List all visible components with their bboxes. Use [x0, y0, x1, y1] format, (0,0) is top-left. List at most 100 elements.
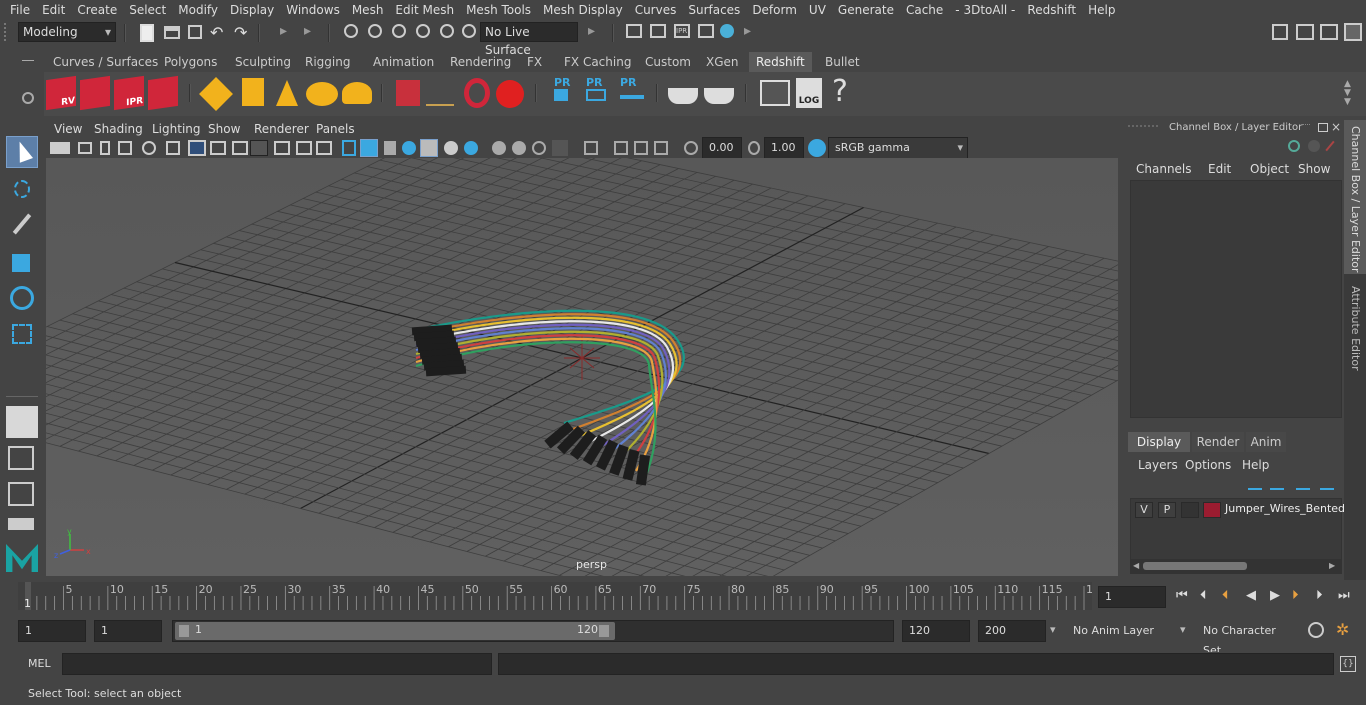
layer-tab[interactable]: Render — [1192, 432, 1244, 452]
shelf-tab[interactable]: Curves / Surfaces — [46, 52, 165, 72]
depth-of-field-icon[interactable] — [552, 140, 568, 156]
two-pane-layout-icon[interactable] — [6, 480, 38, 508]
color-management-icon[interactable] — [808, 139, 826, 157]
chevron-down-icon[interactable]: ▾ — [1050, 623, 1056, 636]
xray-icon[interactable] — [420, 139, 438, 157]
select-tool-icon[interactable] — [6, 136, 38, 168]
resolution-gate-icon[interactable] — [210, 141, 226, 155]
channel-box-menu-item[interactable]: Show — [1298, 162, 1330, 176]
menu-item[interactable]: UV — [803, 0, 832, 20]
layer-playback-toggle[interactable]: P — [1158, 502, 1176, 518]
safe-title-icon[interactable] — [296, 141, 312, 155]
pr-import-icon[interactable]: PR — [620, 76, 644, 102]
time-ruler[interactable]: 5 10 15 20 25 30 35 40 45 50 55 60 65 70 75 80 85 90 95 100… — [18, 582, 1100, 610]
ipr-render-icon[interactable]: IPR — [674, 24, 690, 38]
live-surface-field[interactable]: No Live Surface — [480, 22, 578, 57]
expand-arrow-icon[interactable]: ▸ — [304, 23, 322, 41]
gamma-field[interactable]: 1.00 — [764, 137, 804, 159]
outliner-layout-icon[interactable] — [6, 516, 38, 532]
new-scene-icon[interactable] — [140, 24, 154, 42]
menu-item[interactable]: Create — [71, 0, 123, 20]
select-hierarchy-icon[interactable] — [344, 24, 358, 38]
wireframe-grid-icon[interactable] — [188, 140, 206, 156]
textured-icon[interactable] — [402, 141, 416, 155]
render-view-cube-icon[interactable]: RV — [46, 75, 76, 111]
channel-box-icon[interactable] — [1344, 23, 1362, 41]
isolate-select-icon[interactable] — [584, 141, 598, 155]
default-material-icon[interactable] — [384, 141, 396, 155]
log-file-icon[interactable]: LOG — [796, 78, 822, 108]
channel-list-area[interactable] — [1130, 180, 1342, 418]
snap-curve-icon[interactable] — [440, 24, 454, 38]
range-slider-handle[interactable]: 1 120 — [175, 622, 615, 640]
layer-menu-item[interactable]: Layers — [1138, 458, 1178, 472]
render-settings-icon[interactable] — [698, 24, 714, 38]
panel-menu-item[interactable]: Show — [208, 120, 240, 138]
light-icon[interactable] — [199, 77, 233, 111]
channel-box-side-tab[interactable]: Channel Box / Layer Editor — [1344, 120, 1366, 274]
step-back-frame-icon[interactable]: ⏴ — [1222, 588, 1229, 603]
layer-reference-toggle[interactable] — [1181, 502, 1199, 518]
play-backwards-icon[interactable]: ◀ — [1246, 588, 1256, 603]
gate-mask-icon[interactable] — [232, 141, 248, 155]
layer-color-swatch[interactable] — [1203, 502, 1221, 518]
auto-key-icon[interactable] — [1308, 622, 1324, 638]
attribute-editor-side-tab[interactable]: Attribute Editor — [1344, 280, 1366, 380]
volume-icon[interactable] — [464, 78, 490, 108]
shelf-tab[interactable]: Redshift — [749, 52, 812, 72]
open-scene-icon[interactable] — [164, 26, 180, 39]
panel-menu-item[interactable]: Panels — [316, 120, 355, 138]
workspace-icon[interactable] — [1272, 24, 1288, 40]
expand-arrow-icon[interactable]: ▸ — [588, 23, 606, 41]
panel-menu-item[interactable]: Shading — [94, 120, 143, 138]
shelf-tab[interactable]: Rendering — [443, 52, 518, 72]
proxy-cube-icon[interactable] — [396, 80, 420, 106]
shelf-tab[interactable]: Animation — [366, 52, 441, 72]
shelf-tab[interactable]: Bullet — [818, 52, 867, 72]
render-options-cube-icon[interactable] — [148, 75, 178, 111]
channel-box-menu-item[interactable]: Channels — [1136, 162, 1192, 176]
four-pane-layout-icon[interactable] — [6, 444, 38, 472]
move-tool-icon[interactable] — [6, 246, 38, 278]
hypershade-icon[interactable] — [720, 24, 734, 38]
save-scene-icon[interactable] — [188, 25, 202, 39]
step-back-key-icon[interactable]: ⏴ — [1200, 588, 1207, 603]
camera-attributes-icon[interactable] — [78, 142, 92, 154]
lighting-icon[interactable] — [444, 141, 458, 155]
smooth-shading-icon[interactable] — [360, 139, 378, 157]
help-icon[interactable]: ? — [832, 74, 848, 109]
play-forwards-icon[interactable]: ▶ — [1270, 588, 1280, 603]
single-pane-layout-icon[interactable] — [6, 406, 38, 438]
outliner-icon[interactable] — [1296, 24, 1314, 40]
dome-light-icon[interactable] — [306, 82, 338, 106]
bake-icon[interactable] — [668, 88, 698, 104]
manipulator-icon[interactable] — [1288, 140, 1300, 152]
spot-light-icon[interactable] — [276, 80, 298, 106]
lasso-tool-icon[interactable] — [6, 174, 38, 206]
xray-joints-icon[interactable] — [614, 141, 628, 155]
menu-item[interactable]: Mesh Tools — [460, 0, 537, 20]
wireframe-shading-icon[interactable] — [342, 140, 356, 156]
sphere-material-icon[interactable] — [496, 80, 524, 108]
select-object-icon[interactable] — [368, 24, 382, 38]
menu-item[interactable]: Cache — [900, 0, 949, 20]
snap-point-icon[interactable] — [462, 24, 476, 38]
scene-start-field[interactable]: 1 — [18, 620, 86, 642]
screen-space-ao-icon[interactable] — [492, 141, 506, 155]
undo-icon[interactable]: ↶ — [210, 23, 228, 42]
xray-components-icon[interactable] — [634, 141, 648, 155]
colorspace-dropdown[interactable]: sRGB gamma ▾ — [828, 137, 968, 159]
mode-dropdown[interactable]: Modeling ▾ — [18, 22, 116, 42]
menu-item[interactable]: - 3DtoAll - — [949, 0, 1021, 20]
shelf-tab[interactable]: Polygons — [157, 52, 224, 72]
shelf-tab[interactable]: XGen — [699, 52, 746, 72]
shelf-settings-icon[interactable] — [22, 92, 34, 104]
ipr-cube-icon[interactable]: IPR — [114, 75, 144, 111]
shelf-tab[interactable]: FX Caching — [557, 52, 638, 72]
menu-item[interactable]: File — [4, 0, 36, 20]
bake-options-icon[interactable] — [704, 88, 734, 104]
panel-menu-item[interactable]: Renderer — [254, 120, 309, 138]
shelf-scroll-icon[interactable]: ▲ ▼ ▼ — [1344, 80, 1351, 107]
field-chart-icon[interactable] — [250, 140, 268, 156]
command-input[interactable] — [62, 653, 492, 675]
